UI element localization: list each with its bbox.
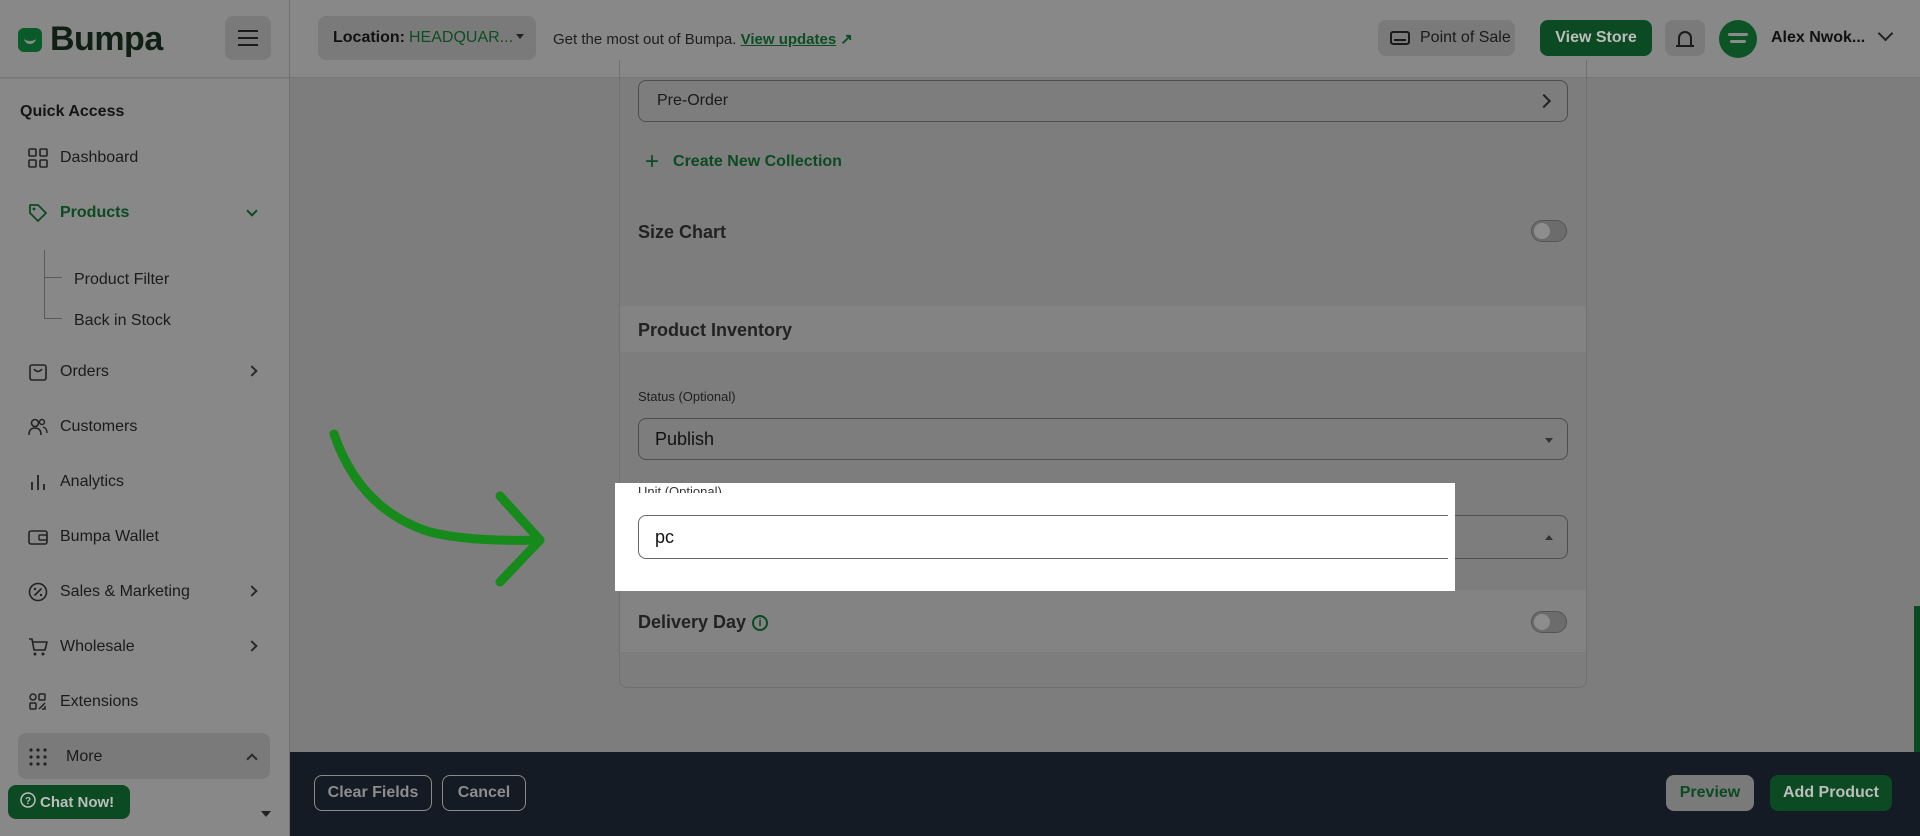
sidebar-item-label: Analytics [60, 473, 125, 490]
delivery-day-toggle[interactable] [1531, 611, 1567, 633]
sidebar-item-label: Sales & Marketing [60, 583, 190, 600]
chat-label: Chat Now! [40, 793, 115, 811]
sidebar-item-extensions[interactable]: Extensions [28, 692, 138, 712]
extensions-icon [28, 692, 48, 712]
collection-select[interactable]: Pre-Order [638, 80, 1568, 122]
inventory-title: Product Inventory [638, 320, 793, 340]
tree-line [44, 250, 58, 318]
bell-icon [1676, 31, 1694, 47]
sidebar-item-dashboard[interactable]: Dashboard [28, 148, 138, 168]
user-name[interactable]: Alex Nwok... [1771, 29, 1865, 47]
preview-button[interactable]: Preview [1666, 775, 1754, 811]
chevron-right-icon[interactable] [246, 365, 258, 377]
status-label: Status (Optional) [638, 389, 736, 404]
chevron-right-icon[interactable] [246, 585, 258, 597]
unit-label: Unit (Optional) [638, 484, 722, 493]
svg-text:?: ? [25, 796, 31, 807]
notifications-button[interactable] [1665, 20, 1705, 56]
dots-grid-icon [28, 747, 48, 767]
scroll-accent [1914, 606, 1920, 752]
grid-icon [28, 148, 48, 168]
pos-icon [1390, 31, 1410, 45]
sidebar-item-label: Orders [60, 363, 109, 380]
view-updates-link[interactable]: View updates [741, 31, 837, 48]
create-collection-link[interactable]: + Create New Collection [645, 150, 842, 174]
sidebar-item-label: Dashboard [60, 149, 139, 166]
point-of-sale-button[interactable]: Point of Sale [1378, 20, 1515, 56]
clear-fields-button[interactable]: Clear Fields [314, 775, 432, 811]
info-icon[interactable]: i [752, 614, 769, 631]
sidebar-item-label: More [66, 748, 103, 765]
users-icon [28, 417, 48, 437]
highlight-spotlight: Unit (Optional) [615, 483, 1455, 591]
avatar[interactable] [1719, 20, 1757, 58]
sidebar-item-label: Customers [60, 418, 138, 435]
create-collection-label: Create New Collection [673, 153, 842, 170]
more-row-content[interactable]: More [28, 747, 102, 767]
status-select[interactable]: Publish [638, 418, 1568, 460]
menu-icon [238, 30, 258, 32]
brand-name: Bumpa [50, 20, 163, 58]
promo-banner: Get the most out of Bumpa. View updates ↗ [553, 30, 853, 48]
menu-toggle-button[interactable] [225, 16, 271, 60]
unit-input[interactable] [638, 515, 1448, 559]
sidebar-item-sales-marketing[interactable]: Sales & Marketing [28, 582, 190, 602]
unit-select-edge[interactable] [1440, 515, 1568, 559]
size-chart-toggle[interactable] [1531, 220, 1567, 242]
sidebar-item-orders[interactable]: Orders [28, 362, 109, 382]
chevron-right-icon[interactable] [246, 640, 258, 652]
cancel-button[interactable]: Cancel [442, 775, 526, 811]
sidebar-subitem-back-in-stock[interactable]: Back in Stock [74, 312, 171, 330]
help-circle-icon: ? [20, 792, 36, 812]
sidebar-item-label: Products [60, 204, 130, 221]
form-footer-bar: Clear Fields Cancel Preview Add Product [290, 752, 1920, 836]
sidebar-item-bumpa-wallet[interactable]: Bumpa Wallet [28, 527, 159, 547]
caret-down-icon [1545, 438, 1553, 443]
promo-text: Get the most out of Bumpa. [553, 31, 737, 48]
delivery-day-label: Delivery Day [638, 612, 747, 632]
collection-value: Pre-Order [657, 92, 729, 109]
bag-icon [28, 362, 48, 382]
plus-icon: + [645, 148, 660, 175]
quick-access-heading: Quick Access [20, 103, 125, 120]
caret-down-icon[interactable] [261, 811, 271, 817]
status-value: Publish [655, 428, 715, 449]
view-store-button[interactable]: View Store [1540, 20, 1652, 56]
add-product-button[interactable]: Add Product [1770, 775, 1892, 811]
sidebar-item-customers[interactable]: Customers [28, 417, 137, 437]
sidebar-item-analytics[interactable]: Analytics [28, 472, 124, 492]
sidebar-item-products[interactable]: Products [28, 203, 129, 223]
location-value: HEADQUAR... [409, 29, 514, 46]
sidebar-item-label: Wholesale [60, 638, 135, 655]
location-label: Location: [333, 29, 405, 46]
size-chart-label: Size Chart [638, 222, 727, 242]
chevron-down-icon[interactable] [246, 205, 258, 217]
bumpa-logo-icon [18, 27, 42, 52]
external-arrow-icon: ↗ [840, 31, 853, 48]
chevron-right-icon [1536, 93, 1552, 109]
chevron-down-icon[interactable] [1877, 25, 1894, 42]
wallet-icon [28, 527, 48, 547]
sidebar-item-wholesale[interactable]: Wholesale [28, 637, 135, 657]
sidebar-subitem-product-filter[interactable]: Product Filter [74, 271, 169, 289]
sidebar: Quick Access Dashboard Products Product … [0, 79, 289, 836]
chat-now-button[interactable]: ? Chat Now! [8, 785, 130, 819]
caret-down-icon [516, 34, 524, 39]
annotation-arrow-icon [329, 429, 545, 587]
tag-icon [28, 203, 48, 223]
delivery-day-label-wrap: Delivery Day i [638, 612, 769, 633]
sidebar-divider [289, 0, 290, 836]
location-selector[interactable]: Location: HEADQUAR... [318, 16, 536, 60]
bar-chart-icon [28, 472, 48, 492]
cart-icon [28, 637, 48, 657]
percent-badge-icon [28, 582, 48, 602]
caret-up-icon [1545, 535, 1553, 540]
sidebar-item-label: Bumpa Wallet [60, 528, 159, 545]
sidebar-item-label: Extensions [60, 693, 139, 710]
pos-label: Point of Sale [1420, 29, 1511, 46]
brand-logo[interactable]: Bumpa [18, 20, 163, 59]
